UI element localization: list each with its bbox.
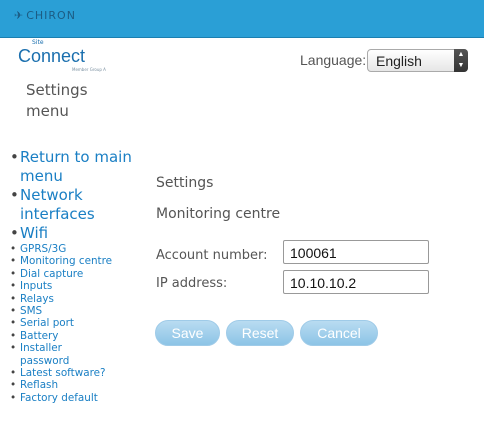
menu-item-inputs[interactable]: Inputs [10, 280, 140, 293]
page-title: Settings [156, 175, 214, 191]
logo-wordmark: Connect [18, 46, 86, 66]
menu-item-latest-software[interactable]: Latest software? [10, 367, 140, 380]
sidebar-title: Settings menu [26, 80, 88, 122]
language-selected-value: English [376, 53, 422, 69]
cancel-button[interactable]: Cancel [300, 320, 378, 346]
section-title: Monitoring centre [156, 206, 281, 222]
menu-item-serial-port[interactable]: Serial port [10, 317, 140, 330]
account-number-input[interactable]: 100061 [283, 240, 429, 264]
sidebar-title-line2: menu [26, 102, 69, 120]
site-connect-logo: Site Connect Member Group A [18, 39, 106, 72]
menu-item-monitoring-centre[interactable]: Monitoring centre [10, 255, 140, 268]
menu-item-dial-capture[interactable]: Dial capture [10, 268, 140, 281]
reset-button[interactable]: Reset [226, 320, 294, 346]
menu-item-reflash[interactable]: Reflash [10, 379, 140, 392]
menu-item-network-interfaces[interactable]: Network interfaces [10, 186, 140, 224]
ip-address-label: IP address: [156, 276, 228, 291]
logo-site-text: Site [32, 39, 44, 46]
menu-item-gprs-3g[interactable]: GPRS/3G [10, 243, 140, 256]
top-banner: ✈ CHIRON [0, 0, 484, 38]
brand-name: CHIRON [26, 9, 76, 22]
menu-item-wifi[interactable]: Wifi [10, 224, 140, 243]
menu-item-factory-default[interactable]: Factory default [10, 392, 140, 405]
language-select[interactable]: English ▲ ▼ [367, 49, 468, 72]
settings-menu: Return to main menu Network interfaces W… [10, 148, 140, 405]
menu-item-relays[interactable]: Relays [10, 293, 140, 306]
menu-item-battery[interactable]: Battery [10, 330, 140, 343]
logo-tagline: Member Group A [72, 67, 106, 72]
language-label: Language: [300, 52, 367, 68]
ip-address-input[interactable]: 10.10.10.2 [283, 270, 429, 294]
brand-logo: ✈ CHIRON [14, 9, 76, 22]
save-button[interactable]: Save [155, 320, 220, 346]
menu-item-return-to-main-menu[interactable]: Return to main menu [10, 148, 140, 186]
sidebar-title-line1: Settings [26, 81, 88, 99]
menu-item-installer-password[interactable]: Installer password [10, 342, 110, 367]
menu-item-sms[interactable]: SMS [10, 305, 140, 318]
plane-icon: ✈ [14, 9, 25, 22]
select-arrows-icon: ▲ ▼ [454, 49, 468, 72]
account-number-label: Account number: [156, 248, 268, 263]
